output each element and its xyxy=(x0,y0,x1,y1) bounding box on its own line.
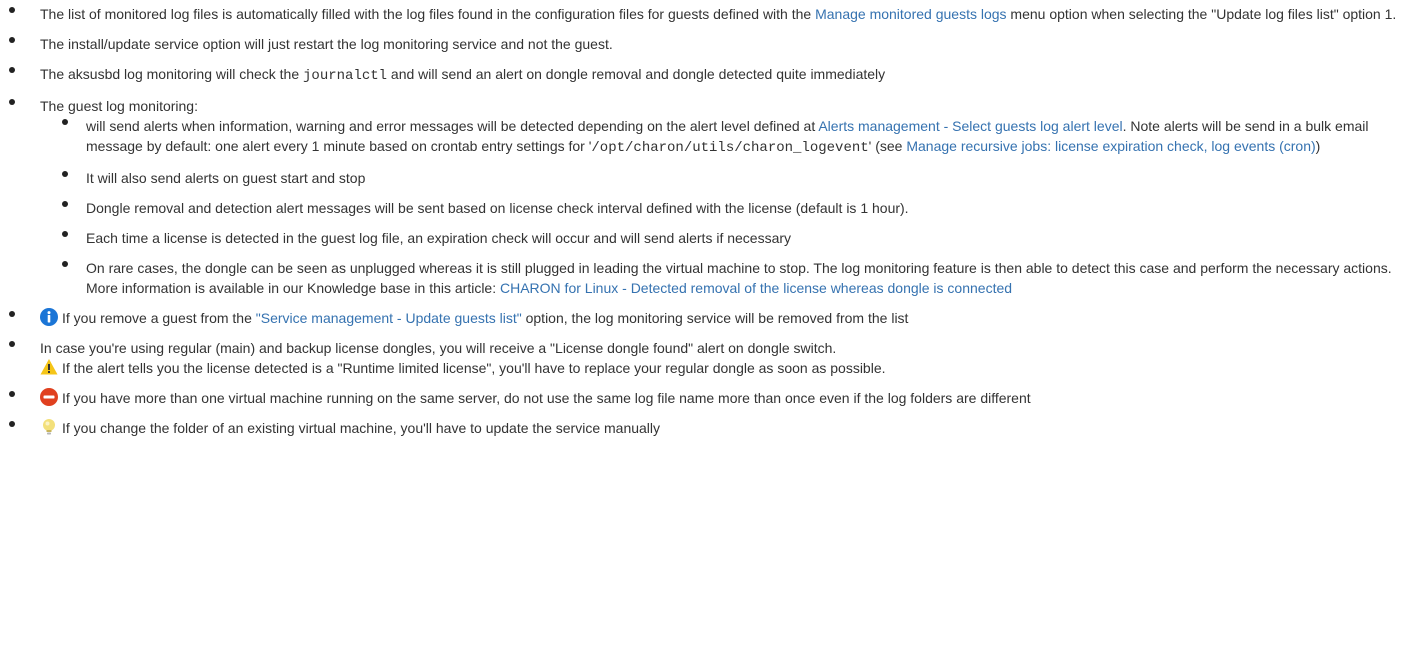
sub-list: will send alerts when information, warni… xyxy=(40,116,1400,298)
item-text: The install/update service option will j… xyxy=(40,36,613,52)
charon-logevent-code: /opt/charon/utils/charon_logevent xyxy=(591,140,869,156)
manage-recursive-jobs-link[interactable]: Manage recursive jobs: license expiratio… xyxy=(906,138,1315,154)
sub-list-item: On rare cases, the dongle can be seen as… xyxy=(40,258,1400,298)
list-item: The list of monitored log files is autom… xyxy=(0,4,1400,24)
alerts-management-link[interactable]: Alerts management - Select guests log al… xyxy=(818,118,1122,134)
item-text: ' (see xyxy=(868,138,907,154)
item-text: In case you're using regular (main) and … xyxy=(40,340,837,356)
info-icon xyxy=(40,308,58,326)
item-text: If the alert tells you the license detec… xyxy=(62,360,886,376)
list-item: The aksusbd log monitoring will check th… xyxy=(0,64,1400,86)
item-text: will send alerts when information, warni… xyxy=(86,118,819,134)
item-text: Each time a license is detected in the g… xyxy=(86,230,792,246)
journalctl-code: journalctl xyxy=(303,68,388,84)
sub-list-item: Each time a license is detected in the g… xyxy=(40,228,1400,248)
item-text: The list of monitored log files is autom… xyxy=(40,6,816,22)
item-text: and will send an alert on dongle removal… xyxy=(387,66,886,82)
sub-list-item: Dongle removal and detection alert messa… xyxy=(40,198,1400,218)
item-text: If you remove a guest from the xyxy=(62,310,256,326)
list-item: The guest log monitoring: will send aler… xyxy=(0,96,1400,298)
item-text: It will also send alerts on guest start … xyxy=(86,170,366,186)
error-icon xyxy=(40,388,58,406)
lightbulb-icon xyxy=(40,418,58,436)
list-item: If you change the folder of an existing … xyxy=(0,418,1400,438)
item-text: The aksusbd log monitoring will check th… xyxy=(40,66,304,82)
service-management-link[interactable]: "Service management - Update guests list… xyxy=(256,310,522,326)
item-text: If you change the folder of an existing … xyxy=(62,420,661,436)
item-text: ) xyxy=(1315,138,1321,154)
warning-icon xyxy=(40,358,58,376)
notes-list: The list of monitored log files is autom… xyxy=(0,4,1400,448)
item-text: The guest log monitoring: xyxy=(40,98,198,114)
sub-list-item: It will also send alerts on guest start … xyxy=(40,168,1400,188)
kb-article-link[interactable]: CHARON for Linux - Detected removal of t… xyxy=(500,280,1012,296)
manage-monitored-guests-logs-link[interactable]: Manage monitored guests logs xyxy=(815,6,1006,22)
item-text: Dongle removal and detection alert messa… xyxy=(86,200,909,216)
list-item: If you have more than one virtual machin… xyxy=(0,388,1400,408)
item-text: menu option when selecting the "Update l… xyxy=(1006,6,1397,22)
item-text: option, the log monitoring service will … xyxy=(521,310,909,326)
item-text: If you have more than one virtual machin… xyxy=(62,390,1031,406)
sub-list-item: will send alerts when information, warni… xyxy=(40,116,1400,158)
list-item: The install/update service option will j… xyxy=(0,34,1400,54)
list-item: In case you're using regular (main) and … xyxy=(0,338,1400,378)
list-item: If you remove a guest from the "Service … xyxy=(0,308,1400,328)
